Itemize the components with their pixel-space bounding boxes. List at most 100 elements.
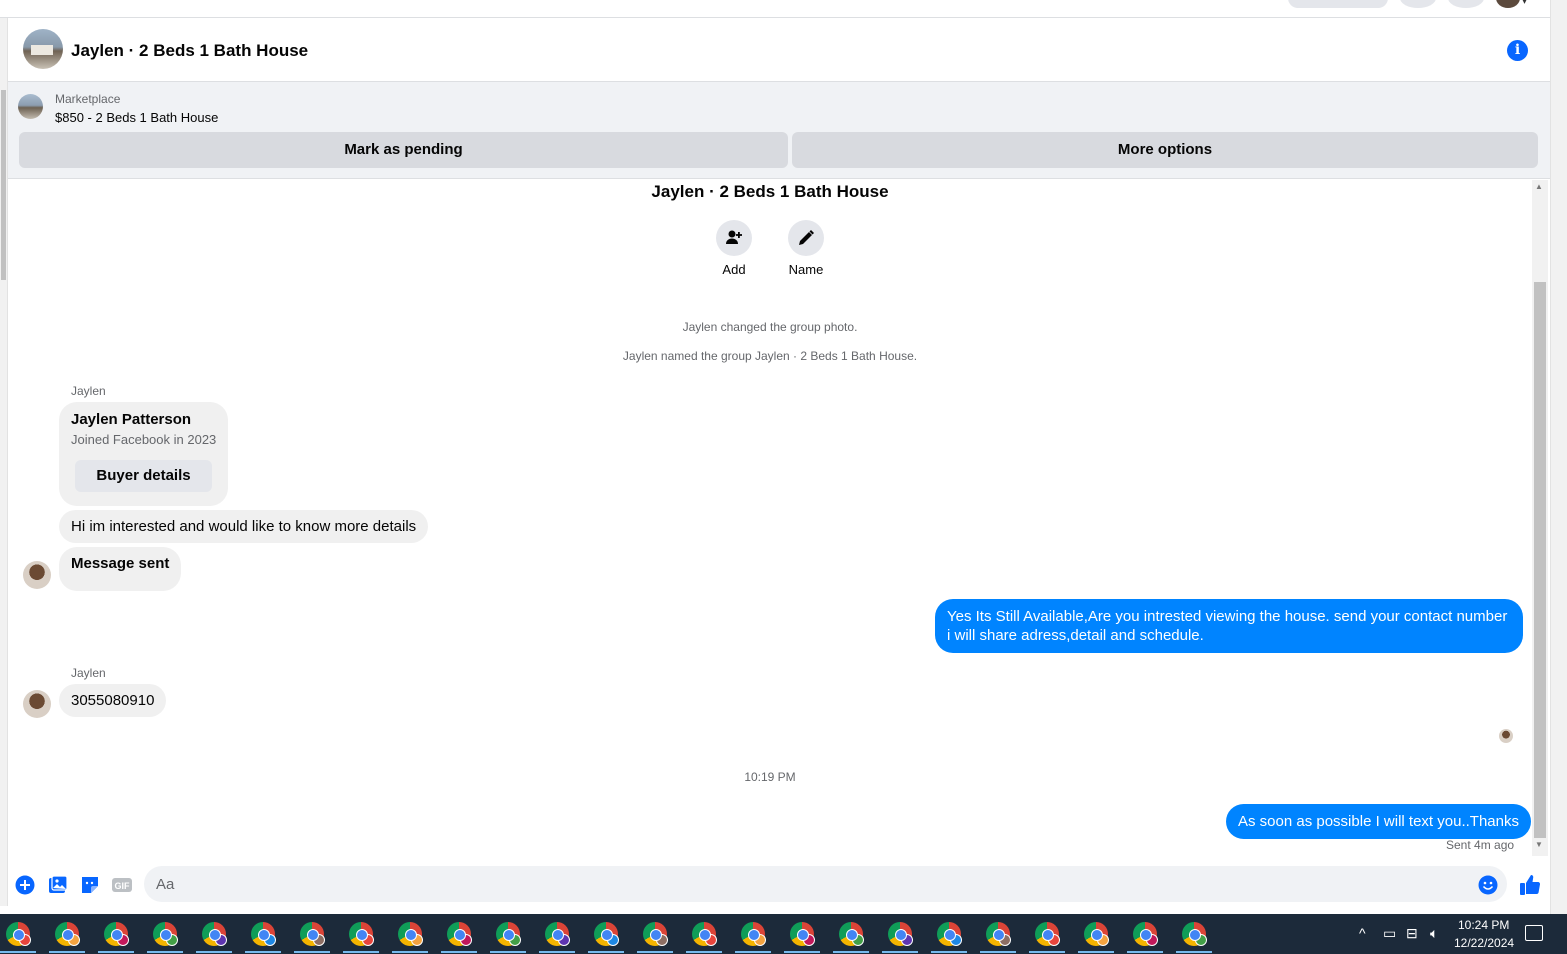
profile-badge-icon <box>901 934 913 946</box>
chrome-taskbar-icon[interactable] <box>104 922 129 946</box>
notification-icon[interactable] <box>1525 925 1543 941</box>
chrome-taskbar-icon[interactable] <box>1084 922 1109 946</box>
photo-icon[interactable] <box>48 875 68 895</box>
profile-badge-icon <box>607 934 619 946</box>
pencil-icon[interactable] <box>788 220 824 256</box>
running-indicator <box>98 951 134 953</box>
thread-scrollbar-thumb[interactable] <box>1534 282 1546 838</box>
running-indicator <box>833 951 869 953</box>
running-indicator <box>784 951 820 953</box>
chrome-taskbar-icon[interactable] <box>545 922 570 946</box>
chrome-taskbar-icon[interactable] <box>349 922 374 946</box>
chrome-taskbar-icon[interactable] <box>496 922 521 946</box>
sticker-icon[interactable] <box>80 875 100 895</box>
meet-now-icon[interactable]: ▭ <box>1383 925 1396 942</box>
sender-avatar[interactable] <box>23 561 51 589</box>
scroll-down-icon[interactable]: ▼ <box>1535 840 1543 849</box>
chrome-taskbar-icon[interactable] <box>692 922 717 946</box>
chat-title: Jaylen · 2 Beds 1 Bath House <box>71 41 309 60</box>
add-person-icon[interactable] <box>716 220 752 256</box>
sent-status: Sent 4m ago <box>1446 838 1515 852</box>
running-indicator <box>1029 951 1065 953</box>
listing-title[interactable]: $850 - 2 Beds 1 Bath House <box>55 110 218 125</box>
message-input[interactable] <box>144 866 1507 902</box>
profile-badge-icon <box>264 934 276 946</box>
chrome-taskbar-icon[interactable] <box>1035 922 1060 946</box>
profile-badge-icon <box>166 934 178 946</box>
mark-as-pending-button[interactable]: Mark as pending <box>19 132 788 168</box>
gif-label: GIF <box>115 881 131 891</box>
chrome-taskbar-icon[interactable] <box>643 922 668 946</box>
outgoing-message[interactable]: Yes Its Still Available,Are you intreste… <box>935 599 1523 653</box>
listing-thumbnail[interactable] <box>18 94 43 119</box>
network-icon[interactable]: ⊟ <box>1406 925 1418 942</box>
running-indicator <box>931 951 967 953</box>
chrome-taskbar-icon[interactable] <box>839 922 864 946</box>
name-group-action[interactable]: Name <box>776 220 836 277</box>
left-scrollbar-thumb[interactable] <box>1 90 6 280</box>
chevron-down-icon[interactable]: ▾ <box>1522 0 1527 7</box>
like-icon[interactable] <box>1518 873 1542 897</box>
chrome-taskbar-icon[interactable] <box>55 922 80 946</box>
incoming-message[interactable]: Message sent <box>59 547 182 591</box>
add-people-action[interactable]: Add <box>704 220 764 277</box>
profile-badge-icon <box>411 934 423 946</box>
running-indicator <box>392 951 428 953</box>
chrome-taskbar-icon[interactable] <box>300 922 325 946</box>
running-indicator <box>980 951 1016 953</box>
chrome-taskbar-icon[interactable] <box>398 922 423 946</box>
buyer-profile-card: Jaylen Patterson Joined Facebook in 2023… <box>59 402 228 506</box>
chrome-taskbar-icon[interactable] <box>202 922 227 946</box>
taskbar-date[interactable]: 12/22/2024 <box>1454 936 1514 950</box>
chevron-up-icon[interactable]: ^ <box>1359 925 1366 941</box>
gif-icon[interactable]: GIF <box>111 875 133 895</box>
buyer-details-button[interactable]: Buyer details <box>75 460 212 492</box>
emoji-icon[interactable] <box>1478 875 1498 895</box>
chrome-taskbar-icon[interactable] <box>153 922 178 946</box>
profile-badge-icon <box>558 934 570 946</box>
more-options-button[interactable]: More options <box>792 132 1538 168</box>
message-timestamp: 10:19 PM <box>744 770 796 784</box>
message-thread[interactable]: Jaylen · 2 Beds 1 Bath House Add Name Ja… <box>8 180 1532 856</box>
chrome-taskbar-icon[interactable] <box>6 922 31 946</box>
outgoing-message[interactable]: As soon as possible I will text you..Tha… <box>1226 804 1531 839</box>
incoming-message[interactable]: 3055080910 <box>59 684 167 717</box>
scroll-up-icon[interactable]: ▲ <box>1535 182 1543 191</box>
sender-name: Jaylen <box>71 384 106 398</box>
chrome-taskbar-icon[interactable] <box>447 922 472 946</box>
account-avatar[interactable] <box>1496 0 1520 8</box>
chrome-taskbar-icon[interactable] <box>986 922 1011 946</box>
running-indicator <box>686 951 722 953</box>
marketplace-listing-panel: Marketplace $850 - 2 Beds 1 Bath House M… <box>8 82 1550 179</box>
sender-avatar[interactable] <box>23 690 51 718</box>
chrome-taskbar-icon[interactable] <box>888 922 913 946</box>
taskbar-time[interactable]: 10:24 PM <box>1458 918 1509 932</box>
running-indicator <box>245 951 281 953</box>
incoming-message[interactable]: Hi im interested and would like to know … <box>59 510 429 543</box>
top-nav-pill[interactable] <box>1288 0 1388 8</box>
message-composer: GIF <box>8 856 1550 906</box>
profile-badge-icon <box>215 934 227 946</box>
profile-badge-icon <box>1097 934 1109 946</box>
profile-badge-icon <box>803 934 815 946</box>
chrome-taskbar-icon[interactable] <box>937 922 962 946</box>
plus-icon[interactable] <box>15 875 35 895</box>
chrome-taskbar-icon[interactable] <box>741 922 766 946</box>
top-nav-button[interactable] <box>1400 0 1436 8</box>
info-icon[interactable]: i <box>1507 40 1528 61</box>
profile-badge-icon <box>999 934 1011 946</box>
seen-by-avatar <box>1499 729 1513 743</box>
chrome-taskbar-icon[interactable] <box>1133 922 1158 946</box>
profile-badge-icon <box>509 934 521 946</box>
windows-taskbar: ^ ▭ ⊟ 🔈︎ 10:24 PM 12/22/2024 <box>0 914 1567 954</box>
chrome-taskbar-icon[interactable] <box>1182 922 1207 946</box>
group-avatar[interactable] <box>23 29 63 69</box>
page-scrollbar[interactable] <box>1550 0 1567 914</box>
left-scrollbar[interactable] <box>0 18 8 906</box>
thread-scrollbar[interactable]: ▲ ▼ <box>1532 180 1548 856</box>
top-nav-button[interactable] <box>1448 0 1484 8</box>
volume-icon[interactable]: 🔈︎ <box>1430 925 1438 942</box>
chrome-taskbar-icon[interactable] <box>790 922 815 946</box>
chrome-taskbar-icon[interactable] <box>594 922 619 946</box>
chrome-taskbar-icon[interactable] <box>251 922 276 946</box>
